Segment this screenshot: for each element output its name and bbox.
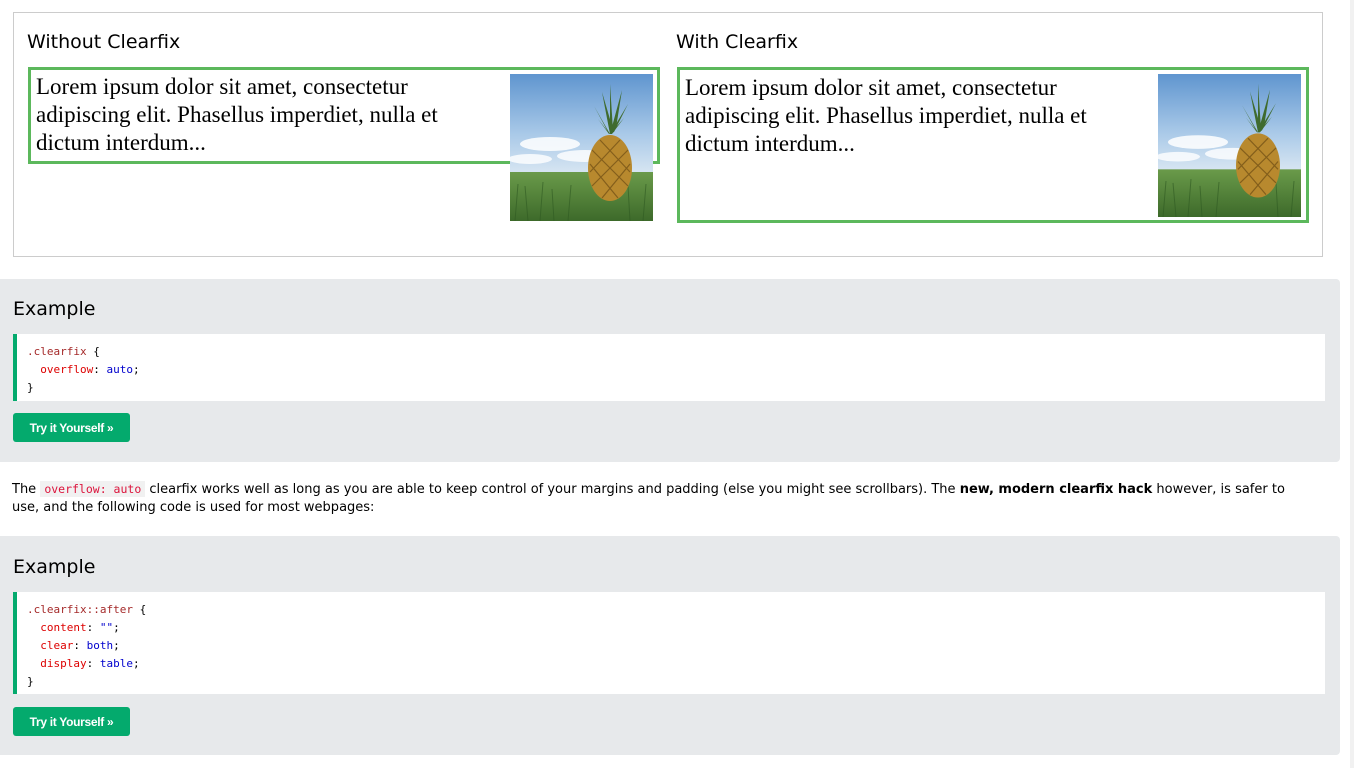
scrollbar[interactable] <box>1350 0 1354 768</box>
code-property: content <box>40 621 87 634</box>
code-line: .clearfix { <box>27 343 1325 361</box>
pineapple-image-left <box>510 74 653 221</box>
inline-code: overflow: auto <box>40 481 146 497</box>
code-value: table <box>99 657 133 670</box>
pineapple-image-right <box>1158 74 1301 221</box>
code-line: overflow: auto; <box>40 363 140 376</box>
pineapple-icon <box>1158 74 1301 217</box>
code-line: content: ""; <box>40 621 120 634</box>
pineapple-icon <box>510 74 653 221</box>
with-clearfix-title: With Clearfix <box>676 31 799 53</box>
code-brace-close: } <box>27 675 34 688</box>
example-heading: Example <box>13 298 96 320</box>
code-property: overflow <box>40 363 94 376</box>
code-line: clear: both; <box>40 639 120 652</box>
clearfix-demo-box: Without Clearfix Lorem ipsum dolor sit a… <box>13 12 1323 257</box>
code-block: .clearfix::after { content: ""; clear: b… <box>13 592 1325 694</box>
example-heading: Example <box>13 556 96 578</box>
try-it-yourself-button[interactable]: Try it Yourself » <box>13 413 130 442</box>
code-property: clear <box>40 639 74 652</box>
with-clearfix-container: Lorem ipsum dolor sit amet, consectetur … <box>677 67 1309 223</box>
code-property: display <box>40 657 87 670</box>
code-line: } <box>27 379 1325 397</box>
code-line: } <box>27 673 1325 691</box>
code-brace-close: } <box>27 381 34 394</box>
without-clearfix-title: Without Clearfix <box>27 31 181 53</box>
code-value: auto <box>106 363 133 376</box>
code-selector: .clearfix <box>27 345 87 358</box>
try-it-yourself-button[interactable]: Try it Yourself » <box>13 707 130 736</box>
lorem-text-right: Lorem ipsum dolor sit amet, consectetur … <box>685 75 1087 156</box>
explanation-paragraph: The overflow: auto clearfix works well a… <box>12 481 1285 515</box>
code-line: .clearfix::after { <box>27 601 1325 619</box>
bold-text: new, modern clearfix hack <box>959 482 1153 497</box>
lorem-text-left: Lorem ipsum dolor sit amet, consectetur … <box>36 74 438 155</box>
code-value: "" <box>99 621 114 634</box>
example-panel-2: Example .clearfix::after { content: ""; … <box>0 536 1340 755</box>
code-brace-open: { <box>132 603 147 616</box>
code-line: display: table; <box>40 657 140 670</box>
code-brace-open: { <box>86 345 100 358</box>
code-value: both <box>86 639 114 652</box>
code-block: .clearfix { overflow: auto; } <box>13 334 1325 401</box>
code-selector: .clearfix::after <box>27 603 133 616</box>
example-panel-1: Example .clearfix { overflow: auto; } Tr… <box>0 279 1340 462</box>
